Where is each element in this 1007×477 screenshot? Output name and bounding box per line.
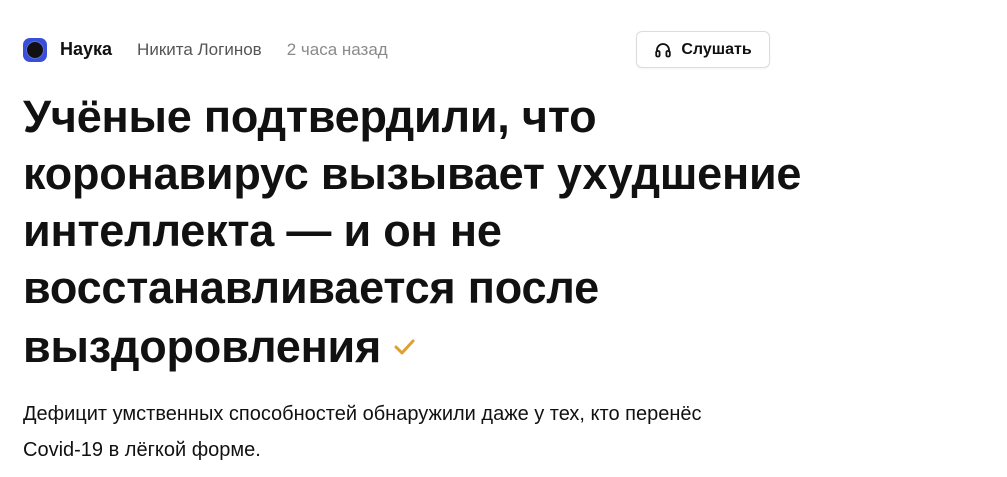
article-lead: Дефицит умственных способностей обнаружи… <box>23 403 702 461</box>
channel-name-link[interactable]: Наука <box>60 39 112 60</box>
article-meta-bar: Наука Никита Логинов 2 часа назад Слушат… <box>23 31 775 68</box>
listen-button[interactable]: Слушать <box>636 31 770 68</box>
author-name-link[interactable]: Никита Логинов <box>137 40 262 60</box>
checkmark-icon <box>391 316 417 355</box>
article-title: Учёные подтвердили, что коронавирус вызы… <box>23 88 803 375</box>
published-time: 2 часа назад <box>286 39 388 59</box>
headphones-icon <box>654 41 672 59</box>
channel-logo-icon[interactable] <box>23 37 47 62</box>
article-page: Наука Никита Логинов 2 часа назад Слушат… <box>0 0 1007 477</box>
listen-button-label: Слушать <box>681 40 752 58</box>
